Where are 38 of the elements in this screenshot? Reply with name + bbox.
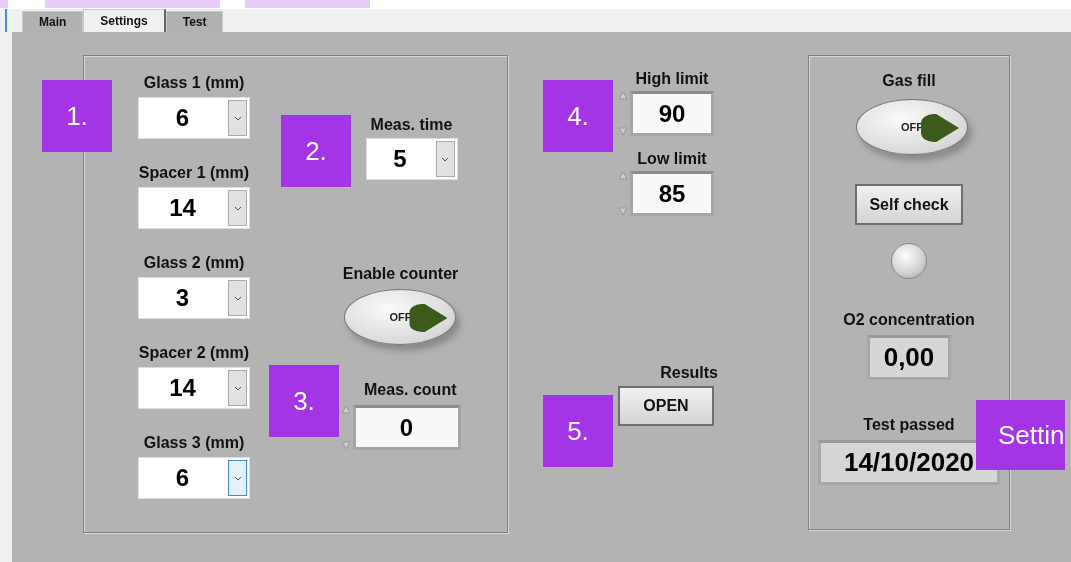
open-button[interactable]: OPEN xyxy=(618,386,714,426)
readout: 14/10/2020 xyxy=(818,440,1000,485)
field-label: Glass 2 (mm) xyxy=(143,254,245,272)
field-label: Gas fill xyxy=(882,72,936,90)
field-label: Results xyxy=(660,364,718,382)
numeric-field[interactable]: 85 xyxy=(630,171,714,216)
field-label: Test passed xyxy=(863,416,955,434)
field-label: Glass 3 (mm) xyxy=(143,434,245,452)
toggle-switch[interactable]: OFF xyxy=(856,99,968,155)
field-label: Spacer 2 (mm) xyxy=(138,344,250,362)
step-marker: 3. xyxy=(269,365,339,437)
field-label: Low limit xyxy=(637,150,707,168)
field-label: O2 concentration xyxy=(843,311,975,329)
dropdown[interactable]: 14 xyxy=(138,367,250,409)
dropdown[interactable]: 3 xyxy=(138,277,250,319)
field-label: Glass 1 (mm) xyxy=(143,74,245,92)
readout: 0,00 xyxy=(866,335,952,380)
step-marker: 5. xyxy=(543,395,613,467)
tab[interactable]: Test xyxy=(165,11,224,32)
step-marker: 4. xyxy=(543,80,613,152)
numeric-field[interactable]: 90 xyxy=(630,91,714,136)
dropdown[interactable]: 14 xyxy=(138,187,250,229)
dropdown[interactable]: 5 xyxy=(365,138,458,180)
dropdown[interactable]: 6 xyxy=(138,97,250,139)
self-check-button[interactable]: Self check xyxy=(855,184,963,225)
field-label: Meas. time xyxy=(370,116,453,134)
field-label: High limit xyxy=(635,70,709,88)
numeric-field[interactable]: 0 xyxy=(352,405,461,450)
step-marker: 1. xyxy=(42,80,112,152)
tab[interactable]: Main xyxy=(22,11,84,32)
dropdown[interactable]: 6 xyxy=(138,457,250,499)
field-label: Spacer 1 (mm) xyxy=(138,164,250,182)
step-marker: Settin xyxy=(976,400,1065,470)
tab[interactable]: Settings xyxy=(83,9,166,32)
field-label: Enable counter xyxy=(342,265,459,283)
toggle-switch[interactable]: OFF xyxy=(344,289,457,345)
field-label: Meas. count xyxy=(364,381,457,399)
step-marker: 2. xyxy=(281,115,351,187)
